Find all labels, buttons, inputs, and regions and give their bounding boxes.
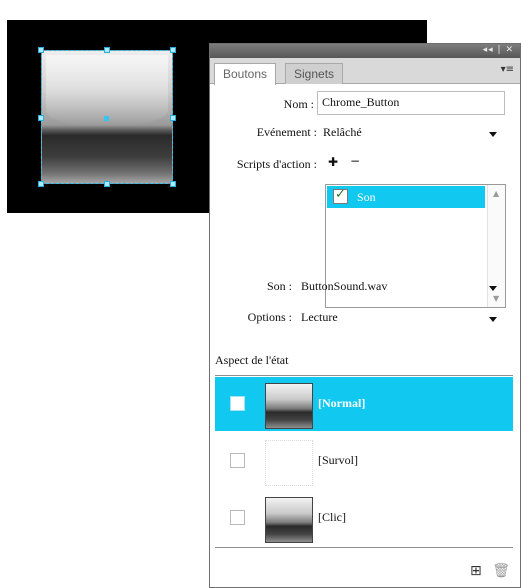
tab-signets[interactable]: Signets <box>285 63 344 84</box>
resize-handle-ml[interactable] <box>38 115 44 121</box>
state-thumbnail <box>265 383 313 429</box>
options-select[interactable]: Lecture <box>301 310 338 325</box>
tab-boutons[interactable]: Boutons <box>214 63 277 85</box>
event-dropdown-icon[interactable] <box>489 132 497 137</box>
trash-icon[interactable]: 🗑 <box>492 563 510 579</box>
name-field[interactable]: Chrome_Button <box>317 91 505 115</box>
action-list-item[interactable]: ✓ Son <box>327 186 485 208</box>
options-dropdown-icon[interactable] <box>489 317 497 322</box>
state-checkbox[interactable] <box>230 396 245 411</box>
resize-handle-mr[interactable] <box>170 115 176 121</box>
scripts-label: Scripts d'action : <box>236 157 317 171</box>
state-label: [Survol] <box>318 453 358 467</box>
event-select[interactable]: Relâché <box>323 125 362 140</box>
resize-handle-br[interactable] <box>170 181 176 187</box>
state-checkbox[interactable] <box>230 510 245 525</box>
state-divider-bottom <box>215 547 513 548</box>
action-item-label: Son <box>357 190 376 204</box>
footer-icons: ⊞ 🗑 <box>470 563 510 579</box>
sound-label: Son : <box>266 279 292 293</box>
state-section-title: Aspect de l'état <box>215 353 289 367</box>
resize-handle-bl[interactable] <box>38 181 44 187</box>
sound-select[interactable]: ButtonSound.wav <box>301 279 387 294</box>
options-label: Options : <box>247 310 292 324</box>
panel-tabbar: Boutons Signets ▾≡ <box>210 58 520 85</box>
add-action-icon[interactable]: ✚ <box>328 155 338 169</box>
check-icon: ✓ <box>335 187 346 202</box>
state-row-clic[interactable]: [Clic] <box>215 491 513 545</box>
resize-handle-bm[interactable] <box>104 181 110 187</box>
resize-handle-tl[interactable] <box>38 47 44 53</box>
state-divider-top <box>215 375 513 376</box>
panel-window-controls[interactable]: ◂◂ | ✕ <box>483 45 514 55</box>
state-label: [Clic] <box>318 510 346 524</box>
state-thumbnail-empty <box>265 440 313 486</box>
new-state-icon[interactable]: ⊞ <box>470 563 482 579</box>
scroll-up-icon[interactable]: ▲ <box>493 189 499 198</box>
sound-dropdown-icon[interactable] <box>489 286 497 291</box>
remove-action-icon[interactable]: − <box>350 154 360 168</box>
state-checkbox[interactable] <box>230 453 245 468</box>
state-row-normal[interactable]: [Normal] <box>215 377 513 431</box>
resize-handle-tm[interactable] <box>104 47 110 53</box>
buttons-panel: ◂◂ | ✕ Boutons Signets ▾≡ Nom : Chrome_B… <box>209 43 521 588</box>
scroll-down-icon[interactable]: ▼ <box>493 294 499 303</box>
state-thumbnail <box>265 497 313 543</box>
registration-point <box>104 116 109 121</box>
state-label: [Normal] <box>318 396 366 410</box>
state-row-survol[interactable]: [Survol] <box>215 434 513 488</box>
panel-menu-icon[interactable]: ▾≡ <box>501 64 514 75</box>
resize-handle-tr[interactable] <box>170 47 176 53</box>
panel-titlebar[interactable]: ◂◂ | ✕ <box>210 44 520 58</box>
name-label: Nom : <box>283 97 314 111</box>
event-label: Evénement : <box>256 125 317 139</box>
